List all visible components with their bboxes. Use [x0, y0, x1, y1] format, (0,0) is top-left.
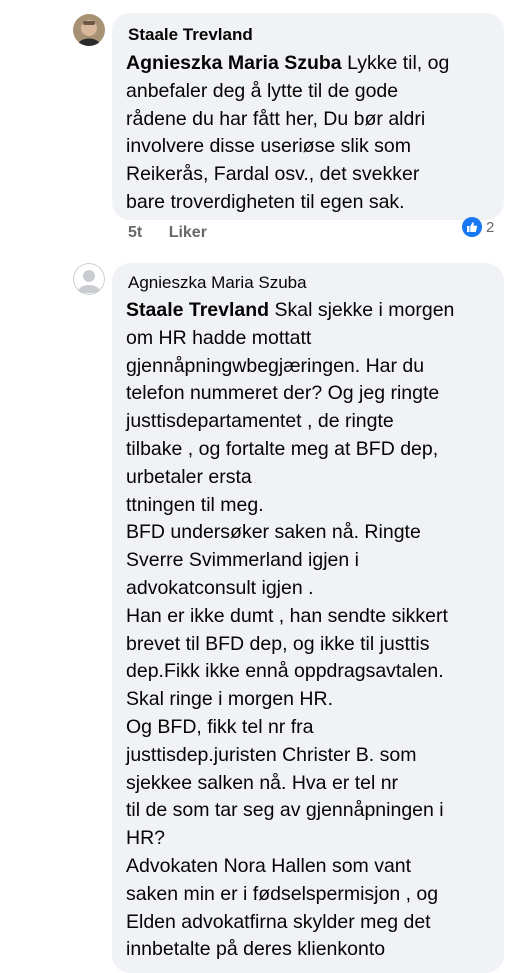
- comment-bubble: Staale Trevland Agnieszka Maria Szuba Ly…: [112, 13, 504, 220]
- comment-text-line: gjennåpningwbegjæringen. Har du: [126, 354, 425, 377]
- comment-text-line: HR?: [126, 827, 166, 850]
- comment-text-line: dep.Fikk ikke ennå oppdragsavtalen.: [126, 660, 444, 683]
- comment-text: Agnieszka Maria Szuba Lykke til, og anbe…: [126, 50, 449, 217]
- comment-text-line: Han er ikke dumt , han sendte sikkert: [126, 604, 448, 627]
- comment-text-line: brevet til BFD dep, og ikke til justtis: [126, 632, 430, 655]
- comment-text-line: ttningen til meg.: [126, 493, 264, 516]
- avatar-default-icon[interactable]: [73, 263, 105, 295]
- comment-meta: 5t Liker: [128, 224, 207, 242]
- mention-link[interactable]: Staale Trevland: [126, 299, 269, 321]
- comment-text-line: Reikerås, Fardal osv., det svekker: [126, 163, 420, 186]
- reaction-count: 2: [486, 218, 495, 236]
- comment-bubble: Agnieszka Maria Szuba Staale Trevland Sk…: [112, 263, 504, 973]
- comment-text-line: rådene du har fått her, Du bør aldri: [126, 107, 426, 130]
- comment-text-line: BFD undersøker saken nå. Ringte: [126, 521, 421, 544]
- mention-link[interactable]: Agnieszka Maria Szuba: [126, 52, 342, 74]
- avatar-staale-trevland[interactable]: [73, 14, 105, 46]
- comment-text-line: advokatconsult igjen .: [126, 576, 314, 599]
- comment-text: Staale Trevland Skal sjekke i morgen om …: [126, 297, 454, 964]
- comment-text-line: justtisdepartamentet , de ringte: [126, 410, 394, 433]
- comment-text-line: saken min er i fødselspermisjon , og: [126, 882, 439, 905]
- thumbs-up-icon: [462, 217, 482, 237]
- comment-text-line: anbefaler deg å lytte til de gode: [126, 79, 399, 102]
- comment-text-line: tilbake , og fortalte meg at BFD dep,: [126, 437, 439, 460]
- comment-text-line: urbetaler ersta: [126, 465, 252, 488]
- comment-author[interactable]: Staale Trevland: [128, 25, 253, 45]
- comment-text-line: sjekkee salken nå. Hva er tel nr: [126, 771, 399, 794]
- like-button[interactable]: Liker: [169, 224, 207, 242]
- comment-text-line: bare troverdigheten til egen sak.: [126, 190, 405, 213]
- comment-text-line: Advokaten Nora Hallen som vant: [126, 854, 412, 877]
- comment-text-line: telefon nummeret der? Og jeg ringte: [126, 382, 440, 405]
- comment-text-line: Elden advokatfirna skylder meg det: [126, 910, 431, 933]
- comment-text-line: Skal sjekke i morgen: [269, 299, 455, 321]
- comment-timestamp[interactable]: 5t: [128, 224, 142, 242]
- comment-text-line: Og BFD, fikk tel nr fra: [126, 715, 314, 738]
- comment-text-line: Skal ringe i morgen HR.: [126, 688, 333, 711]
- comment-text-line: til de som tar seg av gjennåpningen i: [126, 799, 444, 822]
- comment-text-line: om HR hadde mottatt: [126, 326, 312, 349]
- comment-text-line: justtisdep.juristen Christer B. som: [126, 743, 417, 766]
- comment-text-line: Lykke til, og: [341, 52, 450, 74]
- comment-text-line: Sverre Svimmerland igjen i: [126, 549, 360, 572]
- comment-author[interactable]: Agnieszka Maria Szuba: [128, 273, 307, 293]
- comment-text-line: involvere disse useriøse slik som: [126, 135, 412, 158]
- reaction-summary[interactable]: 2: [462, 216, 494, 238]
